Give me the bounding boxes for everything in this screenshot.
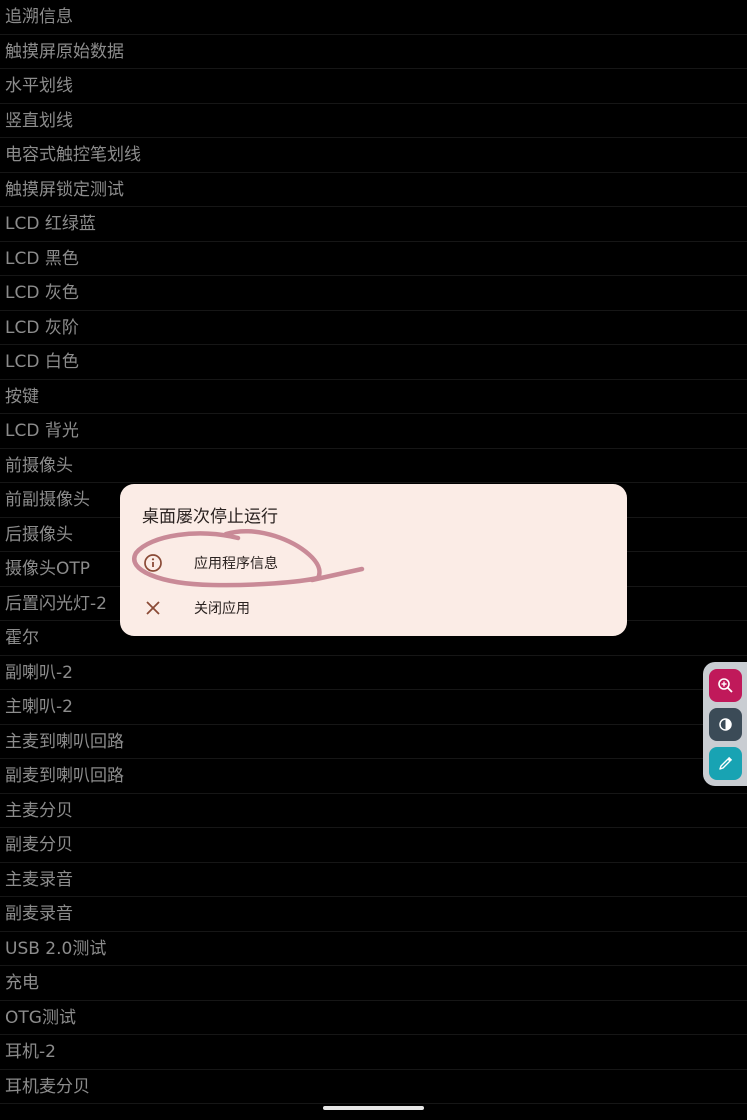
close-app-button[interactable]: 关闭应用 xyxy=(120,587,627,627)
list-item[interactable]: 副喇叭-2 xyxy=(0,656,747,690)
list-item[interactable]: LCD 灰阶 xyxy=(0,311,747,345)
zoom-button[interactable] xyxy=(709,669,742,702)
close-icon xyxy=(142,597,164,619)
list-item[interactable]: 按键 xyxy=(0,380,747,414)
list-item[interactable]: 主喇叭-2 xyxy=(0,690,747,725)
list-item[interactable]: 充电 xyxy=(0,966,747,1001)
dialog-title: 桌面屡次停止运行 xyxy=(142,507,278,527)
app-info-button[interactable]: 应用程序信息 xyxy=(120,542,627,582)
list-item[interactable]: 主麦分贝 xyxy=(0,794,747,828)
list-item[interactable]: 电容式触控笔划线 xyxy=(0,138,747,173)
contrast-button[interactable] xyxy=(709,708,742,741)
list-item[interactable]: 触摸屏锁定测试 xyxy=(0,173,747,207)
floating-toolbar xyxy=(703,662,747,786)
contrast-icon xyxy=(719,718,732,731)
list-item[interactable]: 竖直划线 xyxy=(0,104,747,138)
eyedropper-button[interactable] xyxy=(709,747,742,780)
list-item[interactable]: 追溯信息 xyxy=(0,0,747,35)
list-item[interactable]: 副麦分贝 xyxy=(0,828,747,863)
list-item[interactable]: 副麦录音 xyxy=(0,897,747,932)
list-item[interactable]: OTG测试 xyxy=(0,1001,747,1035)
list-item[interactable]: 主麦录音 xyxy=(0,863,747,897)
list-item[interactable]: 水平划线 xyxy=(0,69,747,104)
list-item[interactable]: LCD 红绿蓝 xyxy=(0,207,747,242)
list-item[interactable]: 副麦到喇叭回路 xyxy=(0,759,747,794)
list-item[interactable]: LCD 白色 xyxy=(0,345,747,380)
close-app-label: 关闭应用 xyxy=(194,601,250,617)
zoom-in-icon xyxy=(718,678,733,693)
list-item[interactable]: LCD 黑色 xyxy=(0,242,747,276)
app-info-label: 应用程序信息 xyxy=(194,556,278,572)
list-item[interactable]: LCD 背光 xyxy=(0,414,747,449)
home-indicator[interactable] xyxy=(323,1106,424,1110)
list-item[interactable]: USB 2.0测试 xyxy=(0,932,747,966)
list-item[interactable]: 耳机麦分贝 xyxy=(0,1070,747,1104)
list-item[interactable]: 前摄像头 xyxy=(0,449,747,483)
app-crash-dialog: 桌面屡次停止运行 应用程序信息 关闭应用 xyxy=(120,484,627,636)
list-item[interactable]: 触摸屏原始数据 xyxy=(0,35,747,69)
info-icon xyxy=(142,552,164,574)
list-item[interactable]: 主麦到喇叭回路 xyxy=(0,725,747,759)
list-item[interactable]: LCD 灰色 xyxy=(0,276,747,311)
list-item[interactable]: 耳机-2 xyxy=(0,1035,747,1070)
eyedropper-icon xyxy=(719,756,733,770)
